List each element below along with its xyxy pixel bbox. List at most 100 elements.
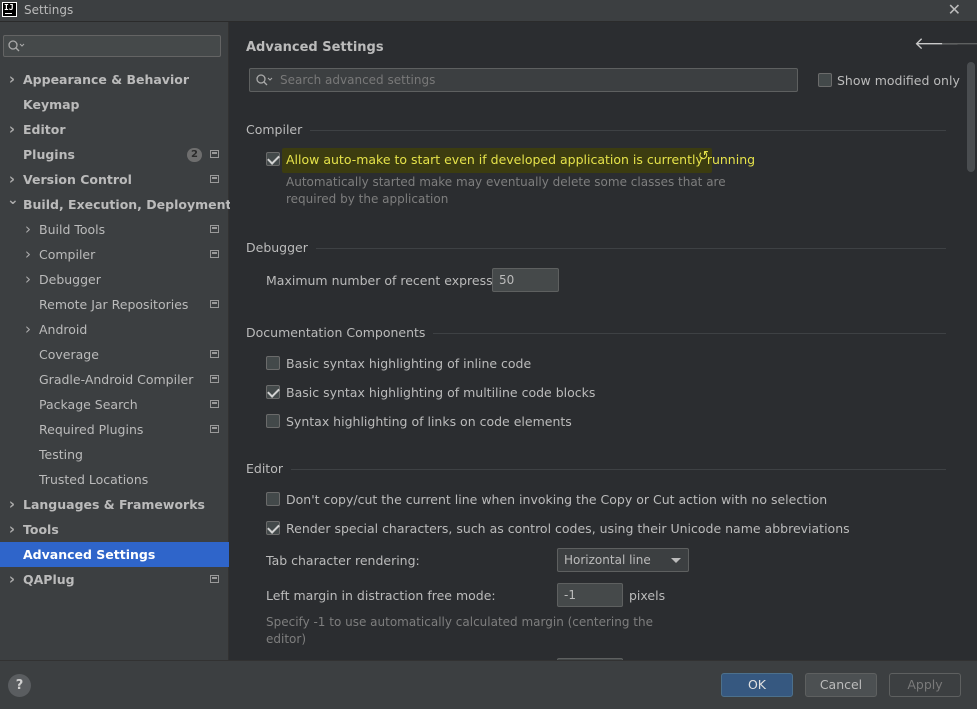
sidebar-item-label: Coverage [39, 347, 99, 362]
sidebar-item-version-control[interactable]: › Version Control [0, 167, 229, 192]
sidebar-item-testing[interactable]: Testing [0, 442, 229, 467]
project-level-icon [210, 425, 219, 433]
advanced-search-input[interactable] [280, 71, 790, 89]
show-modified-checkbox[interactable] [818, 73, 832, 87]
sidebar-item-trusted-locations[interactable]: Trusted Locations [0, 467, 229, 492]
chevron-right-icon[interactable]: › [7, 67, 17, 92]
sidebar-item-build-execution-deployment[interactable]: ⌄ Build, Execution, Deployment [0, 192, 232, 217]
max-recent-expressions-field[interactable]: 50 [492, 268, 559, 292]
sidebar-item-label: Gradle-Android Compiler [39, 372, 194, 387]
sidebar-item-label: Trusted Locations [39, 472, 149, 487]
sidebar-item-label: Testing [39, 447, 83, 462]
left-margin-hint-line-1: Specify -1 to use automatically calculat… [266, 615, 653, 629]
sidebar-item-label: Remote Jar Repositories [39, 297, 189, 312]
sidebar-item-required-plugins[interactable]: Required Plugins [0, 417, 229, 442]
project-level-icon [210, 300, 219, 308]
sidebar-item-label: Version Control [23, 172, 132, 187]
sidebar-item-package-search[interactable]: Package Search [0, 392, 229, 417]
cancel-button[interactable]: Cancel [805, 673, 877, 697]
apply-button[interactable]: Apply [889, 673, 961, 697]
chevron-down-icon [671, 558, 681, 563]
intellij-logo-icon: IJ [2, 2, 17, 17]
update-count-badge: 2 [187, 148, 202, 162]
sidebar-item-label: Required Plugins [39, 422, 144, 437]
chevron-right-icon[interactable]: › [23, 267, 33, 292]
sidebar-item-android[interactable]: › Android [0, 317, 229, 342]
sidebar-item-label: Android [39, 322, 88, 337]
sidebar-item-languages-frameworks[interactable]: › Languages & Frameworks [0, 492, 229, 517]
search-icon [256, 74, 273, 86]
chevron-right-icon[interactable]: › [23, 317, 33, 342]
multiline-code-checkbox[interactable] [266, 385, 280, 399]
left-margin-field[interactable]: -1 [557, 583, 623, 607]
sidebar-item-keymap[interactable]: Keymap [0, 92, 229, 117]
sidebar-item-editor[interactable]: › Editor [0, 117, 229, 142]
settings-tree: › Appearance & Behavior Keymap › Editor Plugi… [0, 67, 232, 592]
chevron-down-icon[interactable]: ⌄ [7, 188, 19, 213]
tab-rendering-dropdown[interactable]: Horizontal line [557, 548, 689, 572]
sidebar-item-appearance-behavior[interactable]: › Appearance & Behavior [0, 67, 229, 92]
chevron-right-icon[interactable]: › [7, 517, 17, 542]
title-bar: IJ Settings ✕ [0, 0, 977, 22]
section-documentation-title: Documentation Components [246, 325, 434, 340]
sidebar-search-input[interactable] [3, 35, 221, 57]
sidebar-item-label: Debugger [39, 272, 101, 287]
special-chars-checkbox[interactable] [266, 521, 280, 535]
sidebar-item-label: Build Tools [39, 222, 106, 237]
chevron-right-icon[interactable]: › [23, 242, 33, 267]
sidebar-item-remote-jar-repositories[interactable]: Remote Jar Repositories [0, 292, 229, 317]
page-title: Advanced Settings [246, 40, 384, 55]
sidebar-item-label: Tools [23, 522, 59, 537]
settings-sidebar: › Appearance & Behavior Keymap › Editor Plugi… [0, 22, 232, 660]
left-margin-hint-line-2: editor) [266, 632, 306, 646]
chevron-right-icon[interactable]: › [7, 492, 17, 517]
sidebar-item-plugins[interactable]: Plugins 2 [0, 142, 229, 167]
sidebar-item-label: Plugins [23, 147, 75, 162]
chevron-right-icon[interactable]: › [7, 117, 17, 142]
sidebar-item-qaplug[interactable]: › QAPlug [0, 567, 229, 592]
tab-rendering-value: Horizontal line [564, 553, 651, 567]
tab-rendering-label: Tab character rendering: [266, 553, 420, 568]
sidebar-item-label: Build, Execution, Deployment [23, 197, 232, 212]
vertical-scrollbar[interactable] [967, 62, 975, 172]
dialog-footer: ? OK Cancel Apply [0, 660, 977, 709]
max-recent-expressions-label: Maximum number of recent expressions: [266, 273, 523, 288]
project-level-icon [210, 175, 219, 183]
auto-make-checkbox[interactable] [266, 152, 280, 166]
sidebar-item-debugger[interactable]: › Debugger [0, 267, 229, 292]
forward-arrow-icon[interactable]: 🡒 [940, 34, 977, 54]
close-icon[interactable]: ✕ [948, 0, 961, 19]
special-chars-label: Render special characters, such as contr… [286, 521, 850, 536]
copy-cut-checkbox[interactable] [266, 492, 280, 506]
show-modified-label: Show modified only [837, 73, 960, 88]
advanced-search-field[interactable] [249, 68, 798, 92]
sidebar-item-tools[interactable]: › Tools [0, 517, 229, 542]
code-links-checkbox[interactable] [266, 414, 280, 428]
left-margin-unit: pixels [629, 588, 666, 603]
ok-button[interactable]: OK [721, 673, 793, 697]
help-icon[interactable]: ? [8, 674, 31, 697]
sidebar-item-label: Package Search [39, 397, 138, 412]
project-level-icon [210, 375, 219, 383]
reset-icon[interactable]: ↺ [698, 149, 709, 164]
chevron-right-icon[interactable]: › [23, 217, 33, 242]
section-editor-title: Editor [246, 461, 291, 476]
sidebar-item-label: QAPlug [23, 572, 75, 587]
project-level-icon [210, 575, 219, 583]
auto-make-hint-line-1: Automatically started make may eventuall… [286, 175, 726, 189]
chevron-right-icon[interactable]: › [7, 567, 17, 592]
auto-make-hint-line-2: required by the application [286, 192, 449, 206]
sidebar-item-gradle-android-compiler[interactable]: Gradle-Android Compiler [0, 367, 229, 392]
sidebar-item-label: Editor [23, 122, 66, 137]
window-title: Settings [24, 3, 74, 17]
sidebar-item-label: Advanced Settings [23, 547, 156, 562]
sidebar-item-build-tools[interactable]: › Build Tools [0, 217, 229, 242]
sidebar-item-compiler[interactable]: › Compiler [0, 242, 229, 267]
inline-code-label: Basic syntax highlighting of inline code [286, 356, 532, 371]
sidebar-item-coverage[interactable]: Coverage [0, 342, 229, 367]
project-level-icon [210, 350, 219, 358]
sidebar-item-label: Languages & Frameworks [23, 497, 205, 512]
section-debugger-title: Debugger [246, 240, 316, 255]
sidebar-item-advanced-settings[interactable]: Advanced Settings [0, 542, 229, 567]
inline-code-checkbox[interactable] [266, 356, 280, 370]
